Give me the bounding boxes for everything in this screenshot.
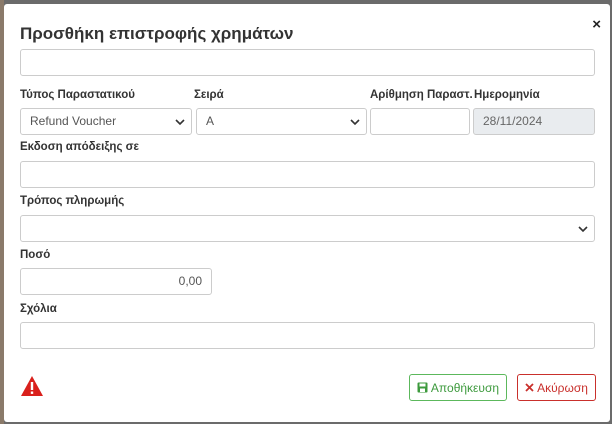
save-button-label: Αποθήκευση <box>430 380 500 395</box>
refund-dialog: Προσθήκη επιστροφής χρημάτων × Τύπος Παρ… <box>4 4 610 422</box>
cancel-button[interactable]: Ακύρωση <box>517 374 596 401</box>
chevron-down-icon <box>175 119 185 126</box>
amount-label: Ποσό <box>20 249 51 261</box>
payment-method-select[interactable] <box>20 215 595 242</box>
receipt-issued-to-input[interactable] <box>20 161 595 188</box>
series-label: Σειρά <box>194 89 224 101</box>
amount-input[interactable]: 0,00 <box>20 268 212 295</box>
chevron-down-icon <box>578 226 588 233</box>
series-select[interactable]: A <box>196 108 367 135</box>
close-icon[interactable]: × <box>592 17 601 32</box>
doc-type-value: Refund Voucher <box>30 114 117 128</box>
receipt-issued-to-label: Εκδοση απόδειξης σε <box>20 141 139 153</box>
doc-number-input[interactable] <box>370 108 470 135</box>
date-label: Ημερομηνία <box>474 89 540 101</box>
top-input[interactable] <box>20 49 595 76</box>
chevron-down-icon <box>350 119 360 126</box>
payment-method-label: Τρόπος πληρωμής <box>20 195 125 207</box>
comments-label: Σχόλια <box>20 303 57 315</box>
warning-triangle-icon <box>21 376 43 396</box>
cancel-button-label: Ακύρωση <box>537 380 588 395</box>
series-value: A <box>206 114 215 128</box>
doc-type-label: Τύπος Παραστατικού <box>20 89 135 101</box>
comments-input[interactable] <box>20 322 595 349</box>
date-input: 28/11/2024 <box>473 108 595 135</box>
dialog-title: Προσθήκη επιστροφής χρημάτων <box>20 24 294 43</box>
doc-type-select[interactable]: Refund Voucher <box>20 108 192 135</box>
floppy-disk-icon <box>417 382 428 393</box>
doc-number-label: Αρίθμηση Παραστ. <box>370 89 473 101</box>
save-button[interactable]: Αποθήκευση <box>409 374 507 401</box>
x-icon <box>525 383 534 392</box>
